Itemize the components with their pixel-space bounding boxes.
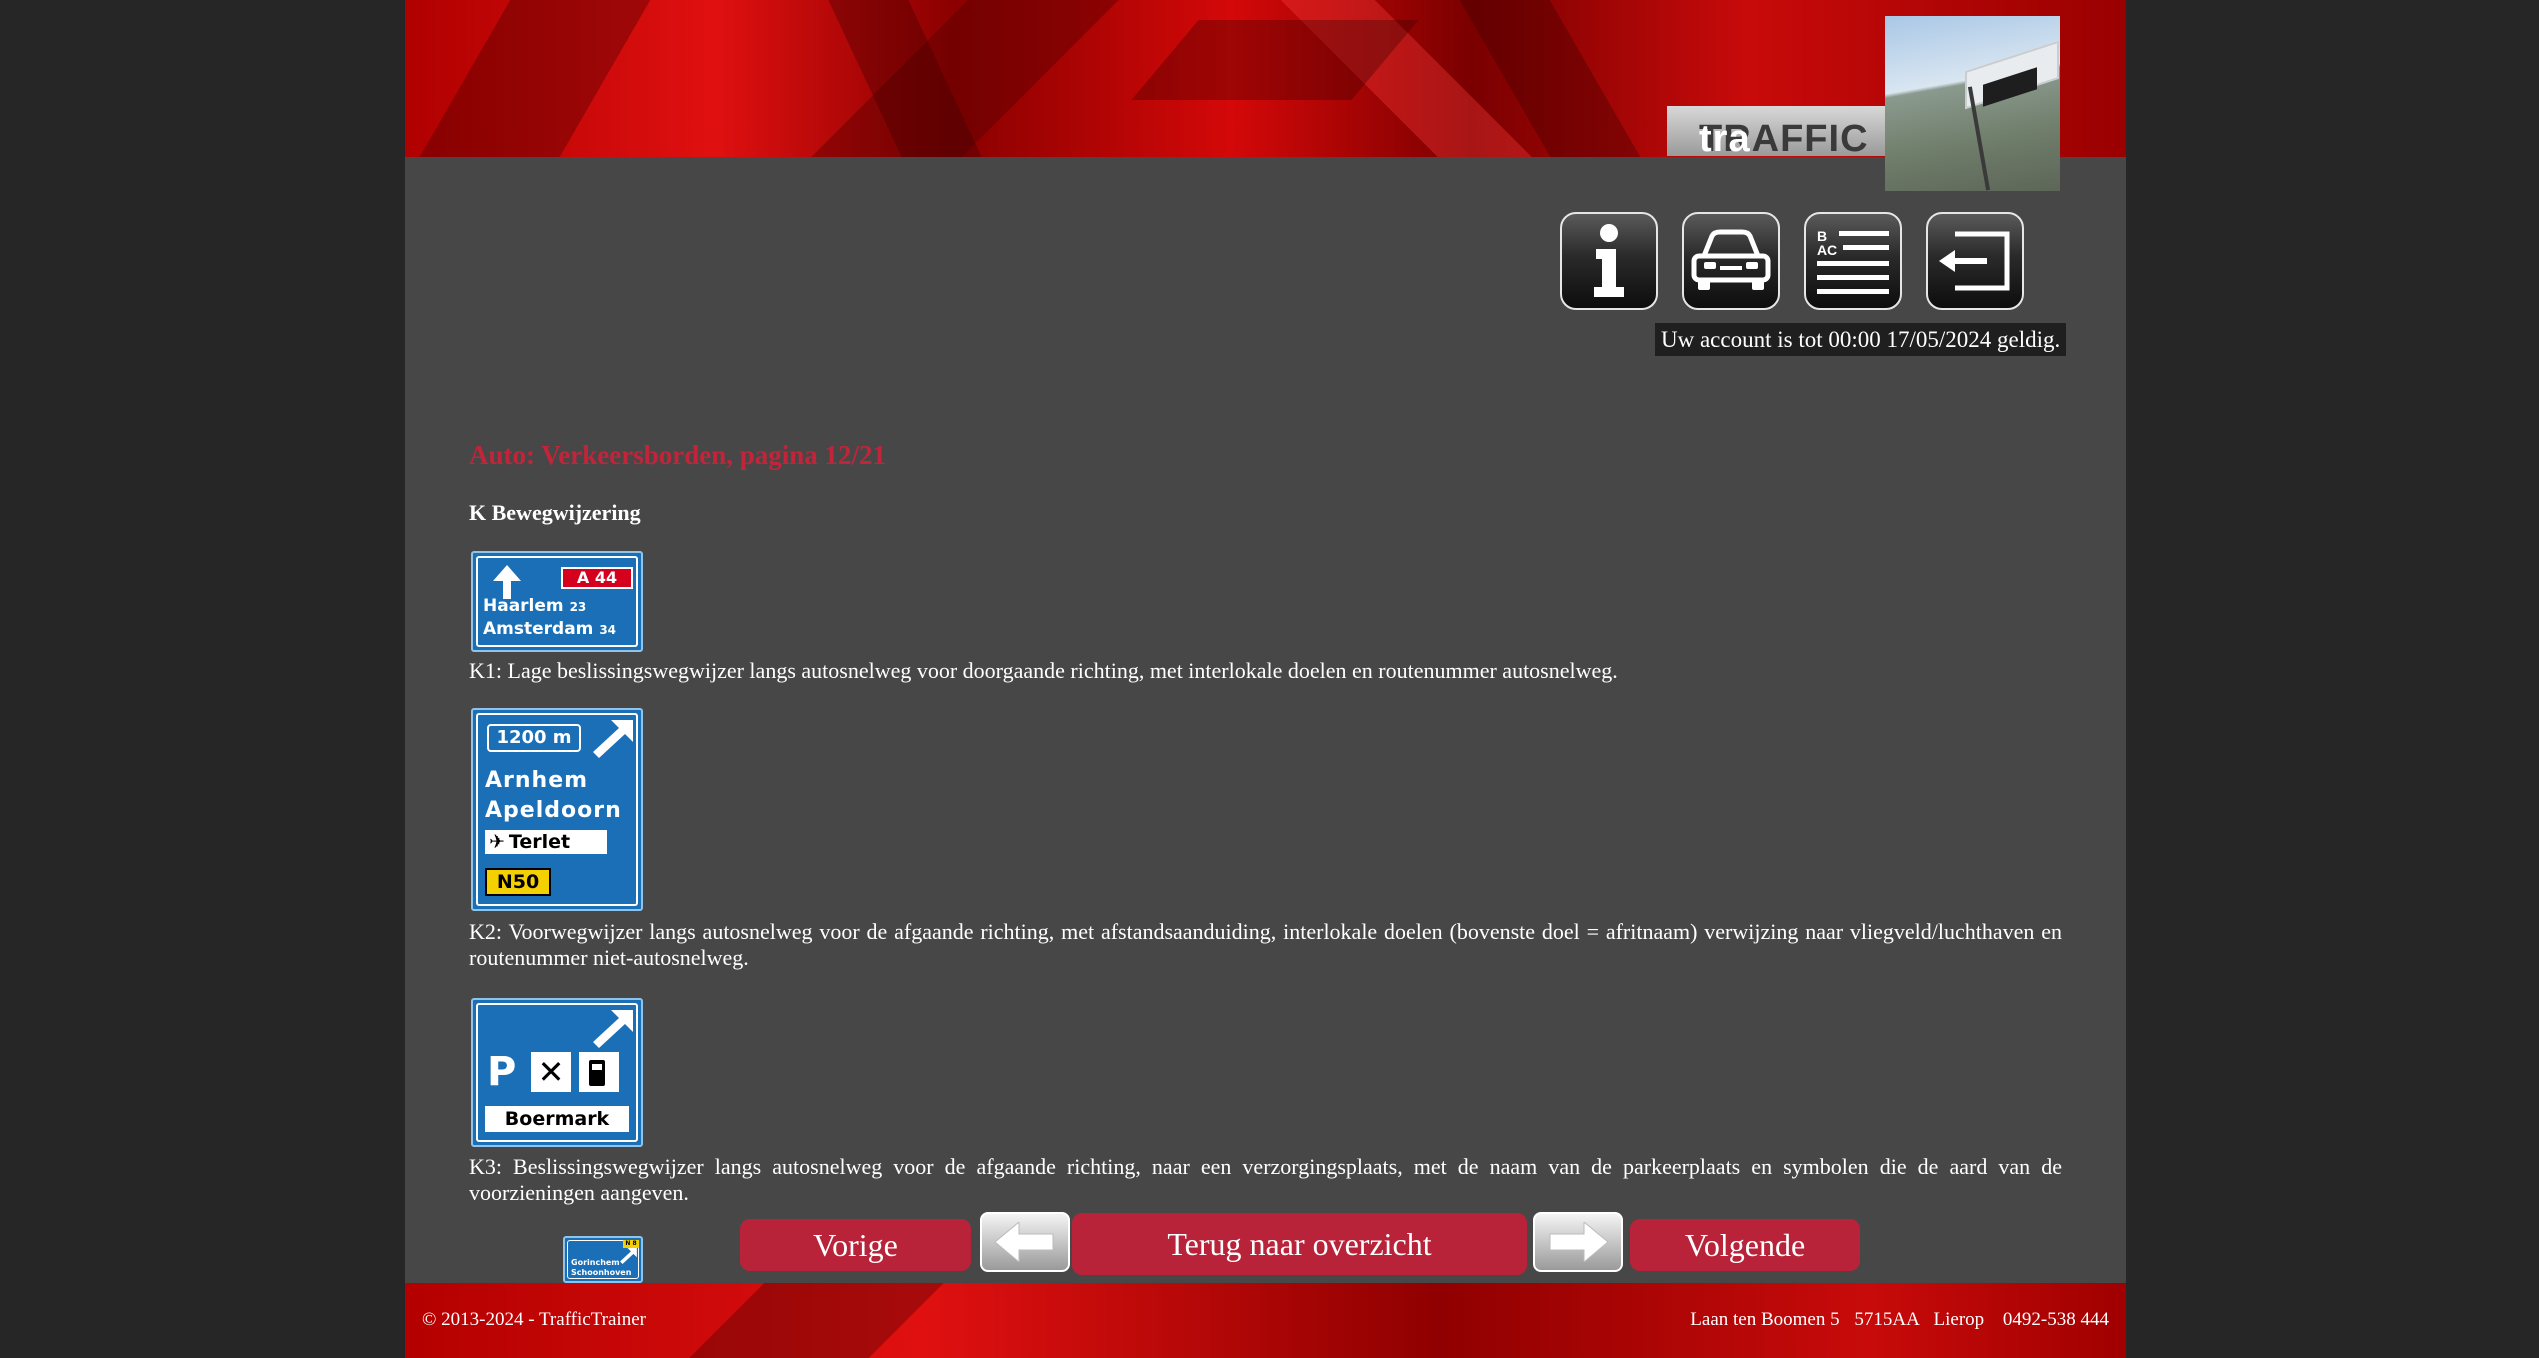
account-status: Uw account is tot 00:00 17/05/2024 geldi… — [1655, 323, 2067, 356]
sign-k3-place-name: Boermark — [504, 1108, 610, 1130]
car-button[interactable] — [1682, 212, 1780, 310]
svg-text:A: A — [1817, 242, 1827, 258]
footer-postcode: 5715AA — [1854, 1309, 1919, 1330]
sign-k1-description: K1: Lage beslissingswegwijzer langs auto… — [469, 658, 1618, 683]
footer-address: Laan ten Boomen 5 5715AA Lierop 0492-538… — [1680, 1309, 2109, 1331]
section-heading: K Bewegwijzering — [469, 500, 641, 525]
page-container: TRAFFIC tra B A C Uw account is tot 00:0… — [405, 0, 2126, 1358]
sign-k2-description: K2: Voorwegwijzer langs autosnelweg voor… — [469, 919, 2062, 970]
sign-k2-airport: Terlet — [508, 831, 571, 853]
sign-k1-route-number: A 44 — [561, 567, 633, 589]
list-button[interactable]: B A C — [1804, 212, 1902, 310]
car-icon — [1691, 229, 1771, 290]
sign-k3-parking: P — [487, 1049, 517, 1095]
next-arrow-button[interactable] — [1533, 1212, 1623, 1272]
page-title: Auto: Verkeersborden, pagina 12/21 — [469, 440, 887, 470]
previous-button[interactable]: Vorige — [740, 1219, 971, 1271]
sign-k2-city2: Apeldoorn — [485, 798, 622, 823]
arrow-diagonal-icon — [593, 1010, 633, 1048]
airplane-icon: ✈ — [489, 831, 505, 853]
previous-arrow-button[interactable] — [980, 1212, 1070, 1272]
arrow-diagonal-icon — [593, 720, 633, 758]
footer-street: Laan ten Boomen 5 — [1690, 1309, 1840, 1330]
sign-k3-place-panel: Boermark — [485, 1106, 629, 1132]
restaurant-icon: ✕ — [531, 1052, 571, 1092]
abc-list-icon: B A C — [1817, 228, 1889, 294]
fuel-pump-icon — [579, 1052, 619, 1092]
sign-k1-km1: 23 — [569, 600, 587, 614]
footer-copyright: © 2013-2024 - TrafficTrainer — [422, 1309, 646, 1330]
logout-icon — [1939, 231, 2010, 291]
sign-k1-image: A 44 Haarlem 23 Amsterdam 34 — [471, 551, 643, 652]
sign-k2-route-number: N50 — [485, 868, 551, 896]
sign-k4-city1: Gorinchem — [571, 1258, 620, 1267]
sign-k2-distance: 1200 m — [487, 724, 581, 752]
header-photo — [1885, 16, 2060, 191]
sign-k4-route-number: N 8 — [623, 1240, 639, 1248]
sign-k3-description: K3: Beslissingswegwijzer langs autosnelw… — [469, 1154, 2062, 1205]
footer: © 2013-2024 - TrafficTrainer Laan ten Bo… — [405, 1283, 2126, 1358]
next-button[interactable]: Volgende — [1630, 1219, 1860, 1271]
footer-city: Lierop — [1933, 1309, 1985, 1330]
sign-k1-city2: Amsterdam — [483, 619, 594, 639]
sign-k3-image: P ✕ Boermark — [471, 998, 643, 1147]
svg-text:C: C — [1827, 242, 1837, 258]
header-banner: TRAFFIC tra — [405, 0, 2126, 157]
sign-k4-city2: Schoonhoven — [571, 1268, 632, 1277]
overview-button[interactable]: Terug naar overzicht — [1072, 1213, 1527, 1275]
arrow-right-icon — [1549, 1222, 1608, 1262]
sign-k4-image: N 8 Gorinchem Schoonhoven — [563, 1236, 643, 1283]
sign-k2-city1: Arnhem — [485, 768, 589, 793]
sign-k1-km2: 34 — [599, 623, 617, 637]
arrow-up-icon — [493, 565, 521, 599]
footer-phone: 0492-538 444 — [2002, 1309, 2109, 1330]
info-icon — [1594, 224, 1624, 297]
traffictrainer-logo[interactable]: TRAFFIC tra — [1667, 106, 1889, 156]
sign-k1-city1: Haarlem — [483, 596, 564, 616]
arrow-left-icon — [995, 1222, 1054, 1262]
sign-k2-airport-panel: ✈ Terlet — [485, 830, 607, 854]
info-button[interactable] — [1560, 212, 1658, 310]
logout-button[interactable] — [1926, 212, 2024, 310]
sign-k2-image: 1200 m Arnhem Apeldoorn ✈ Terlet N50 — [471, 708, 643, 911]
